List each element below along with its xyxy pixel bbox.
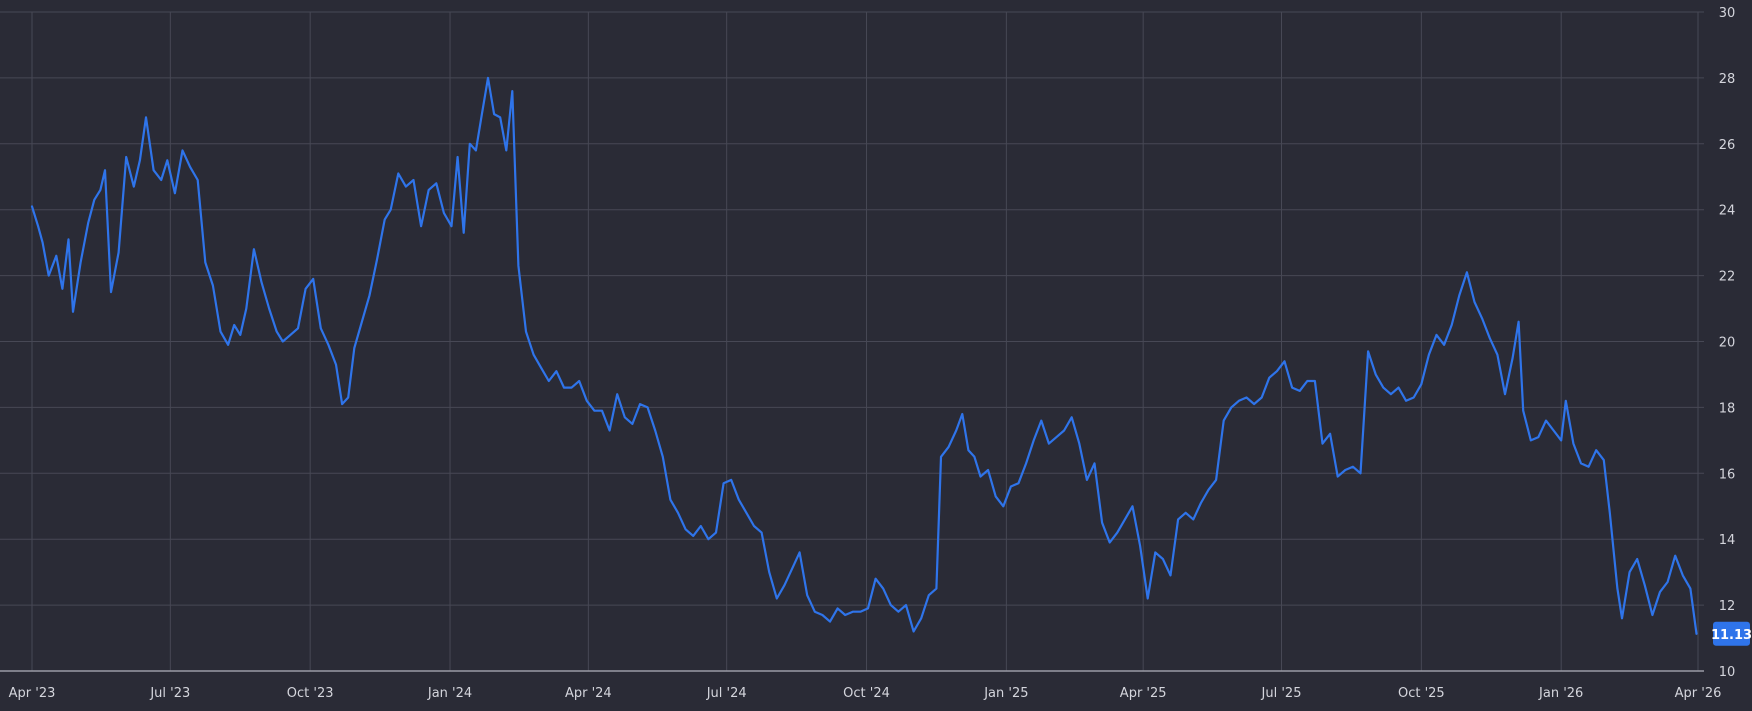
price-chart: Apr '23 Jul '23 Oct '23 Jan '24 Apr '24 Jul '… <box>0 6 1752 701</box>
x-tick-label-8: Apr '25 <box>1120 686 1167 701</box>
y-tick-label-0: 10 <box>1719 665 1736 680</box>
y-tick-label-8: 26 <box>1719 138 1736 153</box>
price-series-line <box>30 76 1698 635</box>
y-tick-label-2: 14 <box>1719 533 1736 548</box>
x-tick-label-7: Jan '25 <box>983 686 1028 701</box>
current-value-label: 11.13 <box>1711 628 1752 643</box>
x-tick-label-6: Oct '24 <box>843 686 890 701</box>
y-tick-label-3: 16 <box>1719 467 1736 482</box>
y-tick-label-6: 22 <box>1719 270 1736 285</box>
y-tick-label-5: 20 <box>1719 336 1736 351</box>
y-tick-label-10: 30 <box>1719 6 1736 21</box>
y-tick-label-4: 18 <box>1719 401 1736 416</box>
x-tick-label-9: Jul '25 <box>1261 686 1302 701</box>
grid-lines <box>0 11 1704 672</box>
x-tick-label-10: Oct '25 <box>1398 686 1445 701</box>
x-tick-label-3: Jan '24 <box>427 686 472 701</box>
y-tick-label-1: 12 <box>1719 599 1736 614</box>
x-axis-ticks: Apr '23 Jul '23 Oct '23 Jan '24 Apr '24 Jul '… <box>9 686 1722 701</box>
y-axis-ticks: 10 12 14 16 18 20 22 24 26 28 30 <box>1719 6 1736 680</box>
x-tick-label-4: Apr '24 <box>565 686 612 701</box>
x-tick-label-5: Jul '24 <box>706 686 747 701</box>
x-tick-label-2: Oct '23 <box>287 686 334 701</box>
current-value-badge: 11.13 <box>1711 621 1752 646</box>
x-tick-label-1: Jul '23 <box>149 686 190 701</box>
series-line <box>30 76 1698 635</box>
y-tick-label-9: 28 <box>1719 72 1736 87</box>
y-tick-label-7: 24 <box>1719 204 1736 219</box>
x-tick-label-0: Apr '23 <box>9 686 56 701</box>
x-tick-label-12: Apr '26 <box>1675 686 1722 701</box>
x-tick-label-11: Jan '26 <box>1538 686 1583 701</box>
